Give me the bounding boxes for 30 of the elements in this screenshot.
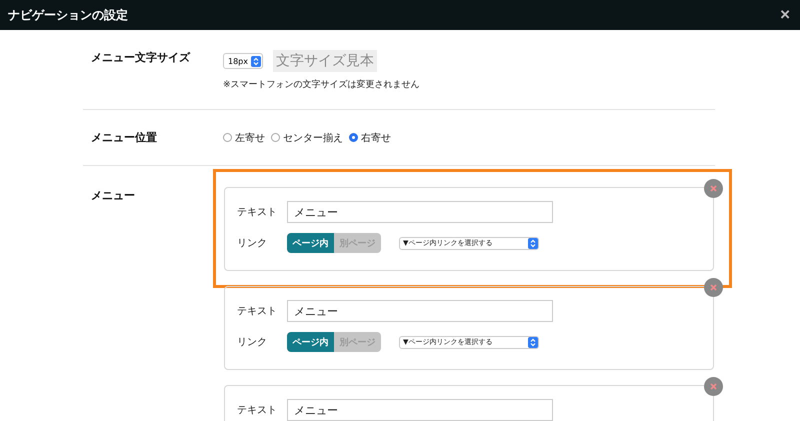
field-label: リンク xyxy=(237,336,268,349)
stepper-icon xyxy=(528,336,538,348)
field-label: リンク xyxy=(237,237,268,250)
stepper-icon xyxy=(251,56,261,66)
radio-option[interactable]: センター揃え xyxy=(271,130,343,144)
close-icon xyxy=(710,284,717,291)
field-label: テキスト xyxy=(237,305,278,318)
field-label: メニュー xyxy=(90,188,136,204)
text-input[interactable]: メニュー xyxy=(287,300,553,322)
delete-button[interactable] xyxy=(704,179,723,198)
stepper-icon xyxy=(528,238,538,248)
delete-button[interactable] xyxy=(704,278,723,297)
font-sample-text: 文字サイズ見本 xyxy=(273,50,377,72)
window-title: ナビゲーションの設定 xyxy=(8,6,128,24)
field-label: テキスト xyxy=(237,404,278,417)
text-input[interactable]: メニュー xyxy=(287,201,553,223)
delete-button[interactable] xyxy=(704,377,723,396)
radio-option[interactable]: 右寄せ xyxy=(349,130,391,144)
close-button[interactable]: × xyxy=(780,5,790,25)
note-text: ※スマートフォンの文字サイズは変更されません xyxy=(223,78,420,91)
font-size-select[interactable]: 18px xyxy=(223,53,263,69)
text-input[interactable]: メニュー xyxy=(287,399,553,421)
field-label: テキスト xyxy=(237,206,278,219)
link-type-toggle[interactable]: ページ内 xyxy=(287,233,334,253)
field-label: メニュー文字サイズ xyxy=(90,50,192,66)
close-icon xyxy=(710,383,717,390)
field-label: メニュー位置 xyxy=(90,130,158,145)
link-type-toggle[interactable]: ページ内 xyxy=(287,332,334,352)
close-icon xyxy=(710,185,717,192)
radio-option[interactable]: 左寄せ xyxy=(223,130,265,144)
